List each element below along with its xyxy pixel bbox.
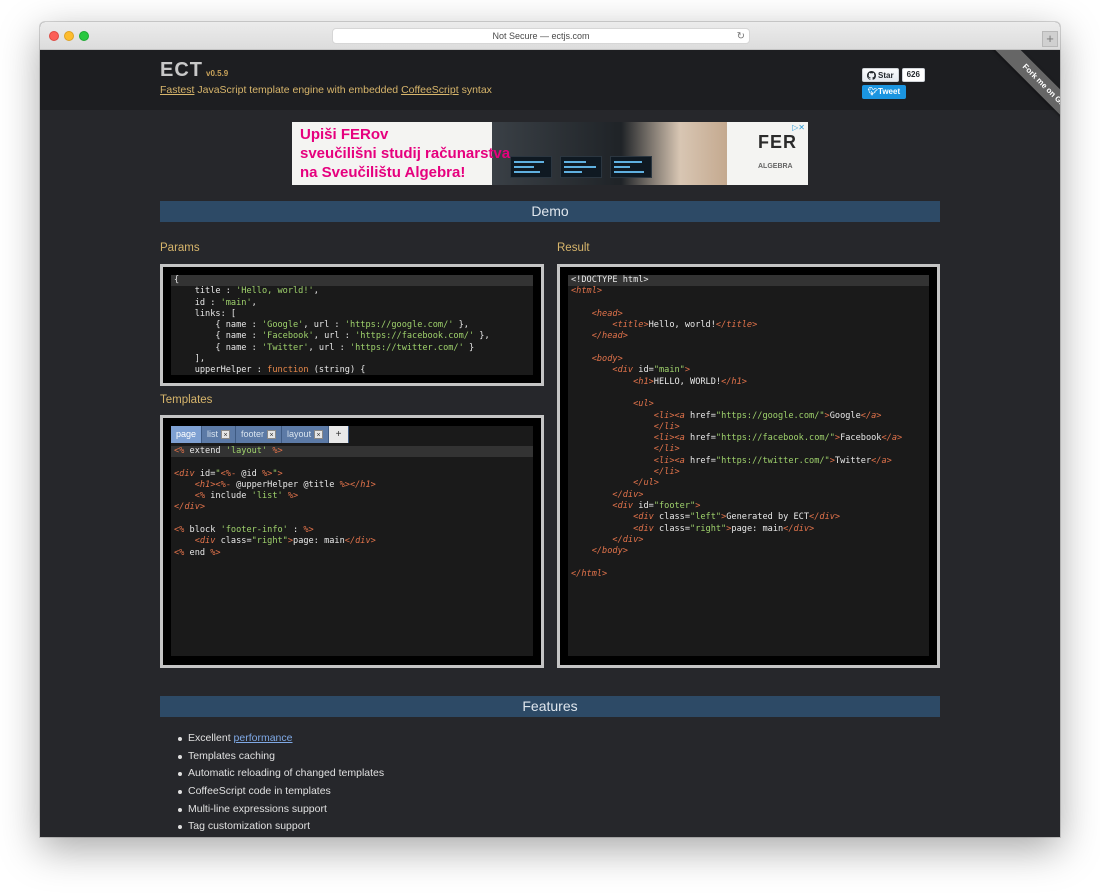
adchoices-icon[interactable]: ▷✕ [792, 123, 805, 132]
tab-close-icon[interactable]: × [221, 430, 231, 439]
address-bar[interactable]: Not Secure — ectjs.com ↻ [332, 28, 750, 44]
feature-item: Templates caching [177, 748, 384, 766]
templates-label: Templates [160, 394, 213, 406]
tab-page[interactable]: page [171, 426, 203, 443]
tab-label: page [176, 429, 197, 439]
tweet-label: Tweet [878, 87, 901, 96]
demo-section-title: Demo [160, 201, 940, 222]
feature-item: Multi-line expressions support [177, 801, 384, 819]
tab-label: list [207, 429, 219, 439]
github-icon [867, 70, 876, 80]
monitor-shape [610, 156, 652, 178]
browser-window: Not Secure — ectjs.com ↻ + ECT v0.5.9 Fa… [40, 22, 1060, 837]
feature-item: Automatic reloading of changed templates [177, 765, 384, 783]
tab-footer[interactable]: footer × [236, 426, 283, 443]
tagline: Fastest JavaScript template engine with … [160, 84, 492, 96]
address-text: Not Secure — ectjs.com [492, 31, 590, 41]
monitor-shape [510, 156, 552, 178]
ad-line-1: Upiši FERov [300, 126, 389, 143]
tweet-button[interactable]: 🐦︎Tweet [862, 85, 906, 99]
fer-logo: FER [758, 132, 797, 152]
github-star-widget: Star 626 [862, 68, 925, 82]
algebra-logo: ALGEBRA [758, 163, 793, 170]
ad-line-2: sveučilišni studij računarstva [300, 145, 511, 162]
feature-item: CoffeeScript code in templates [177, 783, 384, 801]
minimize-window-button[interactable] [64, 31, 74, 41]
performance-link[interactable]: performance [234, 732, 293, 744]
monitor-shape [560, 156, 602, 178]
template-tabs: page list × footer × layout × + [171, 426, 350, 443]
fork-me-ribbon[interactable]: Fork me on GitHub [989, 50, 1060, 150]
tab-close-icon[interactable]: × [267, 430, 277, 439]
templates-panel: page list × footer × layout × + <% extend '… [160, 415, 544, 668]
tab-layout[interactable]: layout × [282, 426, 330, 443]
ad-line-3: na Sveučilištu Algebra! [300, 164, 466, 181]
feature-item: Tag customization support [177, 818, 384, 836]
result-label: Result [557, 242, 590, 254]
site-header: ECT v0.5.9 Fastest JavaScript template e… [40, 50, 1060, 110]
params-label: Params [160, 242, 200, 254]
tab-label: layout [287, 429, 312, 439]
templates-editor[interactable]: page list × footer × layout × + <% extend '… [171, 426, 533, 656]
ad-photo [492, 122, 727, 185]
result-viewer[interactable]: <!DOCTYPE html> <html> <head> <title>Hel… [568, 275, 929, 656]
version-label: v0.5.9 [206, 69, 229, 78]
github-star-button[interactable]: Star [862, 68, 899, 82]
fastest-link[interactable]: Fastest [160, 84, 194, 96]
params-editor[interactable]: { title : 'Hello, world!', id : 'main', … [171, 275, 533, 375]
star-label: Star [878, 70, 894, 80]
zoom-window-button[interactable] [79, 31, 89, 41]
fork-ribbon-wrap: Fork me on GitHub [960, 50, 1060, 150]
close-window-button[interactable] [49, 31, 59, 41]
features-section-title: Features [160, 696, 940, 717]
title-bar: Not Secure — ectjs.com ↻ + [40, 22, 1060, 50]
twitter-bird-icon: 🐦︎ [867, 87, 879, 96]
tagline-middle: JavaScript template engine with embedded [194, 84, 402, 96]
feature-prefix: Excellent [188, 732, 234, 744]
tab-label: footer [241, 429, 265, 439]
params-panel: { title : 'Hello, world!', id : 'main', … [160, 264, 544, 386]
star-count[interactable]: 626 [901, 68, 925, 82]
feature-item: Excellent performance [177, 730, 384, 748]
coffeescript-link[interactable]: CoffeeScript [401, 84, 459, 96]
add-tab-button[interactable]: + [329, 426, 350, 443]
tagline-end: syntax [458, 84, 492, 96]
tab-close-icon[interactable]: × [314, 430, 324, 439]
new-tab-button[interactable]: + [1042, 31, 1058, 47]
result-panel: <!DOCTYPE html> <html> <head> <title>Hel… [557, 264, 940, 668]
features-list: Excellent performance Templates caching … [177, 730, 384, 836]
tab-list[interactable]: list × [202, 426, 237, 443]
ad-banner[interactable]: Upiši FERov sveučilišni studij računarst… [292, 122, 808, 185]
site-logo[interactable]: ECT [160, 59, 203, 82]
reload-icon[interactable]: ↻ [737, 29, 745, 44]
